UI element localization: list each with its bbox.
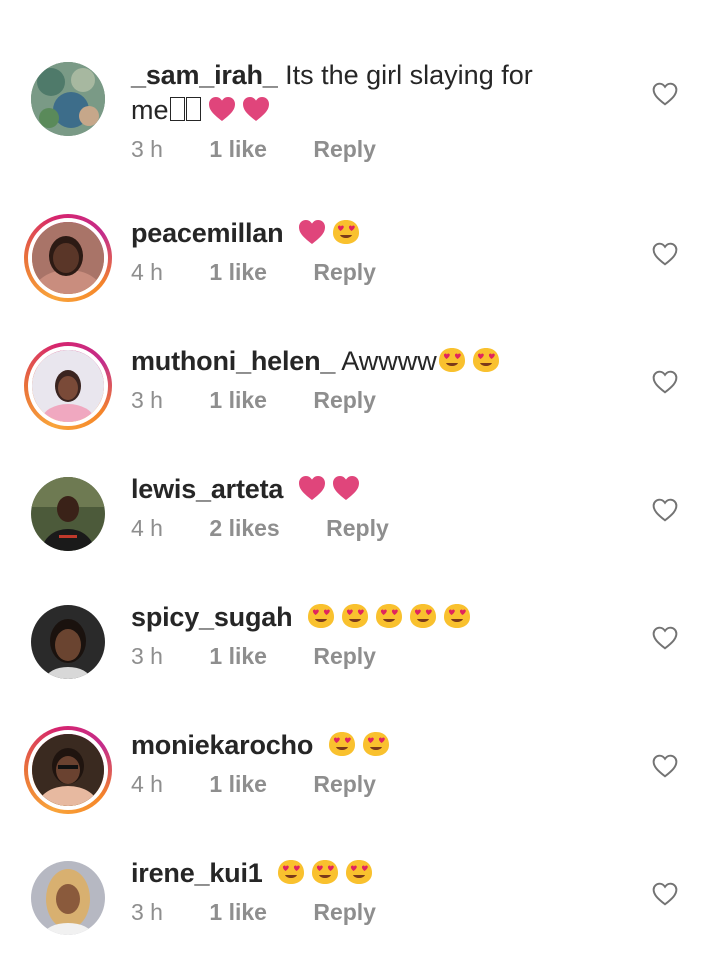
reply-button[interactable]: Reply bbox=[313, 257, 376, 287]
heart-emoji-icon bbox=[241, 95, 271, 123]
heart-eyes-emoji-icon bbox=[331, 218, 361, 246]
comment-text-continued: me bbox=[131, 95, 169, 125]
reply-button[interactable]: Reply bbox=[313, 897, 376, 927]
reply-button[interactable]: Reply bbox=[313, 385, 376, 415]
like-heart-icon[interactable] bbox=[652, 242, 678, 266]
comment-likes[interactable]: 1 like bbox=[209, 769, 267, 799]
comment-item: moniekarocho 4 h 1 like Reply bbox=[0, 722, 720, 832]
like-heart-icon[interactable] bbox=[652, 754, 678, 778]
comment-likes[interactable]: 1 like bbox=[209, 134, 267, 164]
comment-item: lewis_arteta 4 h 2 likes Reply bbox=[0, 466, 720, 576]
comment-username[interactable]: spicy_sugah bbox=[131, 602, 293, 632]
comment-item: muthoni_helen_ Awwww 3 h 1 like Reply bbox=[0, 338, 720, 448]
heart-eyes-emoji-icon bbox=[361, 730, 391, 758]
comment-time: 3 h bbox=[131, 643, 163, 669]
heart-emoji-icon bbox=[207, 95, 237, 123]
reply-button[interactable]: Reply bbox=[313, 134, 376, 164]
avatar[interactable] bbox=[31, 861, 105, 935]
heart-eyes-emoji-icon bbox=[327, 730, 357, 758]
like-heart-icon[interactable] bbox=[652, 498, 678, 522]
comment-item: irene_kui1 3 h 1 like Reply bbox=[0, 850, 720, 960]
avatar[interactable] bbox=[24, 214, 112, 302]
comment-time: 3 h bbox=[131, 136, 163, 162]
reply-button[interactable]: Reply bbox=[326, 513, 389, 543]
heart-eyes-emoji-icon bbox=[437, 346, 467, 374]
comment-time: 3 h bbox=[131, 387, 163, 413]
heart-eyes-emoji-icon bbox=[442, 602, 472, 630]
heart-eyes-emoji-icon bbox=[471, 346, 501, 374]
comment-time: 4 h bbox=[131, 259, 163, 285]
unsupported-glyph-icon bbox=[185, 97, 201, 121]
comment-item: _sam_irah_ Its the girl slaying for me 3… bbox=[0, 58, 720, 168]
avatar[interactable] bbox=[31, 62, 105, 136]
comment-likes[interactable]: 1 like bbox=[209, 641, 267, 671]
like-heart-icon[interactable] bbox=[652, 370, 678, 394]
heart-eyes-emoji-icon bbox=[408, 602, 438, 630]
heart-eyes-emoji-icon bbox=[276, 858, 306, 886]
comment-username[interactable]: irene_kui1 bbox=[131, 858, 263, 888]
comment-username[interactable]: moniekarocho bbox=[131, 730, 313, 760]
avatar[interactable] bbox=[31, 477, 105, 551]
heart-emoji-icon bbox=[331, 474, 361, 502]
comment-username[interactable]: lewis_arteta bbox=[131, 474, 283, 504]
heart-eyes-emoji-icon bbox=[306, 602, 336, 630]
comment-text: Awwww bbox=[341, 346, 437, 376]
comment-likes[interactable]: 2 likes bbox=[209, 513, 279, 543]
comment-item: spicy_sugah 3 h 1 like Reply bbox=[0, 594, 720, 704]
comment-time: 4 h bbox=[131, 771, 163, 797]
heart-emoji-icon bbox=[297, 218, 327, 246]
comment-username[interactable]: peacemillan bbox=[131, 218, 284, 248]
like-heart-icon[interactable] bbox=[652, 882, 678, 906]
heart-emoji-icon bbox=[297, 474, 327, 502]
comment-likes[interactable]: 1 like bbox=[209, 385, 267, 415]
avatar[interactable] bbox=[24, 726, 112, 814]
reply-button[interactable]: Reply bbox=[313, 641, 376, 671]
comment-likes[interactable]: 1 like bbox=[209, 257, 267, 287]
comment-username[interactable]: muthoni_helen_ bbox=[131, 346, 335, 376]
comment-text: Its the girl slaying for bbox=[285, 60, 533, 90]
comment-likes[interactable]: 1 like bbox=[209, 897, 267, 927]
comment-list: _sam_irah_ Its the girl slaying for me 3… bbox=[0, 0, 720, 940]
like-heart-icon[interactable] bbox=[652, 82, 678, 106]
reply-button[interactable]: Reply bbox=[313, 769, 376, 799]
comment-username[interactable]: _sam_irah_ bbox=[131, 60, 278, 90]
heart-eyes-emoji-icon bbox=[374, 602, 404, 630]
comment-time: 3 h bbox=[131, 899, 163, 925]
comment-item: peacemillan 4 h 1 like Reply bbox=[0, 210, 720, 320]
unsupported-glyph-icon bbox=[169, 97, 185, 121]
avatar[interactable] bbox=[24, 342, 112, 430]
avatar[interactable] bbox=[31, 605, 105, 679]
heart-eyes-emoji-icon bbox=[344, 858, 374, 886]
comment-time: 4 h bbox=[131, 515, 163, 541]
like-heart-icon[interactable] bbox=[652, 626, 678, 650]
heart-eyes-emoji-icon bbox=[340, 602, 370, 630]
heart-eyes-emoji-icon bbox=[310, 858, 340, 886]
